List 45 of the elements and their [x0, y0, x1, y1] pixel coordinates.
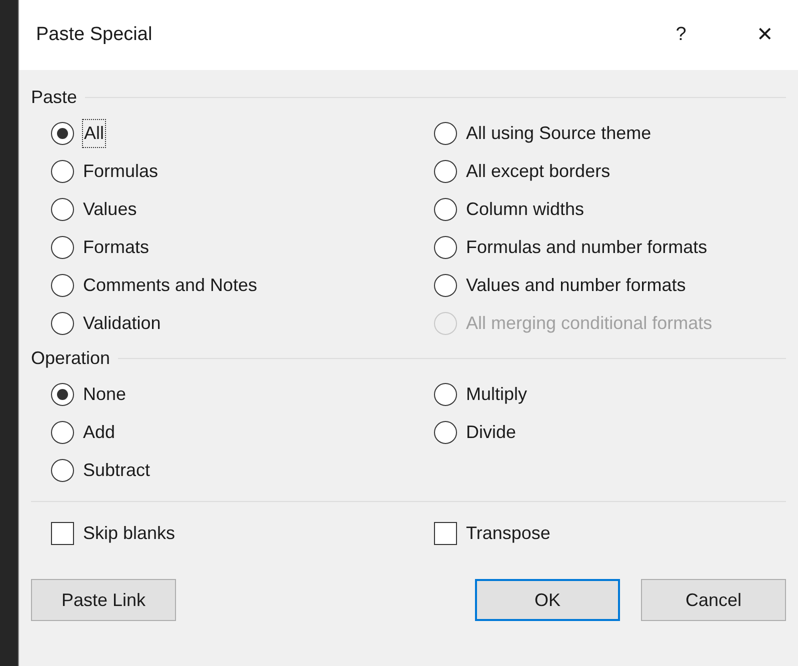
- option-label: Formulas and number formats: [466, 236, 708, 258]
- radio-button[interactable]: [51, 420, 74, 444]
- radio-button[interactable]: [51, 274, 74, 296]
- window-title: Paste Special: [36, 22, 152, 47]
- radio-button[interactable]: [51, 312, 74, 334]
- radio-button[interactable]: [434, 382, 457, 406]
- dialog-button[interactable]: Cancel: [641, 579, 786, 621]
- radio-button[interactable]: [434, 198, 457, 220]
- option-label: Values: [83, 198, 137, 220]
- option-label: All except borders: [466, 160, 610, 183]
- option-label: All using Source theme: [466, 122, 652, 145]
- radio-button[interactable]: [434, 420, 457, 444]
- checkbox[interactable]: [434, 522, 457, 544]
- checkbox-label: Skip blanks: [83, 522, 176, 545]
- help-button[interactable]: ?: [666, 20, 696, 50]
- radio-button[interactable]: [51, 122, 74, 144]
- option-label: Formulas: [83, 160, 158, 182]
- radio-button[interactable]: [51, 382, 74, 406]
- option-label: Values and number formats: [466, 274, 686, 296]
- radio-button[interactable]: [434, 274, 457, 296]
- option-label: Add: [83, 420, 116, 444]
- checkbox-label: Transpose: [466, 522, 550, 545]
- option-label: Multiply: [466, 382, 528, 406]
- option-label: Formats: [83, 236, 150, 258]
- group-label: Paste: [31, 86, 78, 109]
- radio-button[interactable]: [51, 198, 74, 220]
- radio-button[interactable]: [51, 458, 74, 482]
- radio-button[interactable]: [51, 236, 74, 258]
- option-label: All: [83, 120, 106, 146]
- option-label: Column widths: [466, 198, 584, 220]
- checkbox[interactable]: [51, 522, 74, 544]
- option-label: Divide: [466, 420, 516, 444]
- group-label: Operation: [31, 347, 110, 370]
- option-label: All merging conditional formats: [466, 312, 712, 335]
- radio-button[interactable]: [434, 160, 457, 182]
- radio-button[interactable]: [434, 122, 457, 144]
- option-label: Comments and Notes: [83, 274, 258, 296]
- radio-button[interactable]: [51, 160, 74, 182]
- close-button[interactable]: ✕: [750, 20, 780, 50]
- option-label: None: [83, 382, 126, 406]
- dialog-button[interactable]: Paste Link: [31, 579, 176, 621]
- dialog-button[interactable]: OK: [475, 579, 620, 621]
- radio-button[interactable]: [434, 236, 457, 258]
- option-label: Subtract: [83, 458, 150, 482]
- option-label: Validation: [83, 312, 161, 334]
